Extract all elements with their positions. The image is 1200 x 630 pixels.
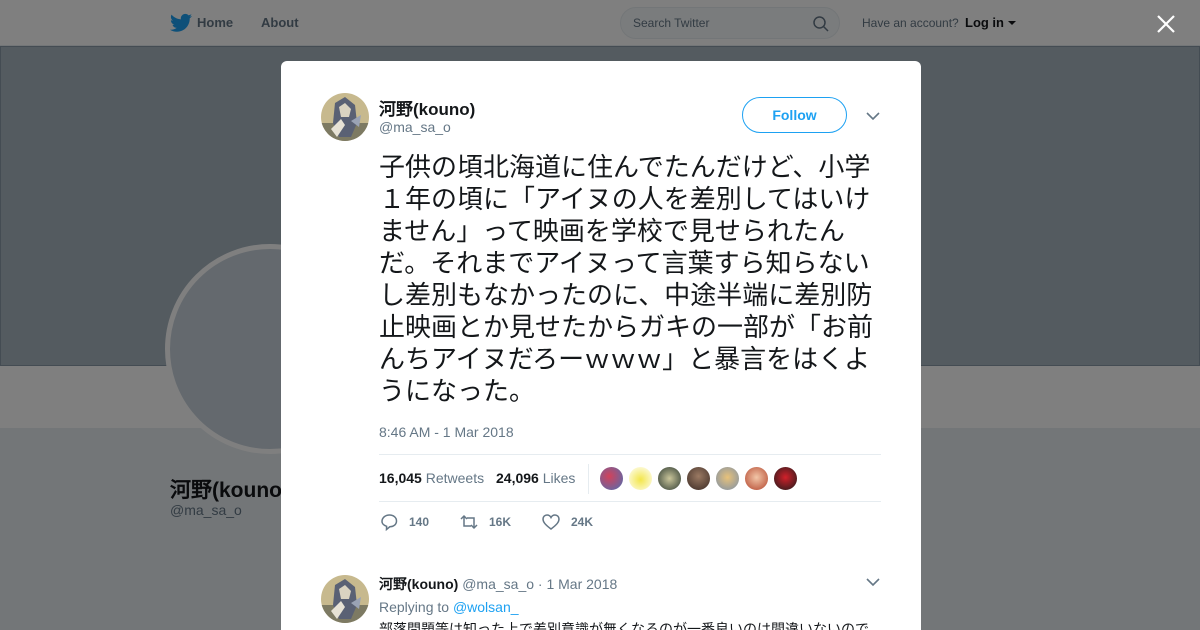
liker-avatar[interactable] <box>773 466 798 491</box>
avatar-image <box>321 575 369 623</box>
liker-avatar[interactable] <box>599 466 624 491</box>
author-handle[interactable]: @ma_sa_o <box>379 119 451 135</box>
stats-divider <box>588 464 589 494</box>
retweets-count: 16,045 <box>379 470 422 486</box>
likes-stat[interactable]: 24,096 Likes <box>496 470 575 486</box>
liker-avatar[interactable] <box>628 466 653 491</box>
reply-author-name[interactable]: 河野(kouno) <box>379 576 458 592</box>
reply-text: 部落問題等は知った上で差別意識が無くなるのが一番良いのは間違いないので <box>379 621 885 630</box>
reply-count: 140 <box>409 515 430 529</box>
like-count: 24K <box>571 515 594 529</box>
retweet-icon <box>460 514 478 530</box>
liker-avatar[interactable] <box>715 466 740 491</box>
liker-avatar[interactable] <box>657 466 682 491</box>
author-avatar[interactable] <box>321 93 369 141</box>
retweets-label: Retweets <box>425 470 485 486</box>
reply-author-avatar[interactable] <box>321 575 369 623</box>
tweet-stats: 16,045 Retweets 24,096 Likes <box>379 454 881 502</box>
chevron-down-icon[interactable] <box>866 577 880 587</box>
reply-action[interactable]: 140 <box>379 512 429 532</box>
like-action[interactable]: 24K <box>541 512 593 532</box>
reply-author-handle[interactable]: @ma_sa_o <box>462 576 534 592</box>
likes-label: Likes <box>542 470 576 486</box>
reply-date[interactable]: · 1 Mar 2018 <box>538 576 617 592</box>
reply-text-content: 部落問題等は知った上で差別意識が無くなるのが一番良いのは間違いないので <box>379 622 869 630</box>
replying-to: Replying to @wolsan_ <box>379 599 519 615</box>
replying-label: Replying to <box>379 599 450 615</box>
heart-icon <box>542 514 560 530</box>
tweet-modal: 河野(kouno) @ma_sa_o Follow 子供の頃北海道に住んでたんだ… <box>281 61 921 630</box>
reply-header: 河野(kouno) @ma_sa_o · 1 Mar 2018 <box>379 574 617 594</box>
tweet-timestamp[interactable]: 8:46 AM - 1 Mar 2018 <box>379 424 514 440</box>
retweet-count: 16K <box>489 515 512 529</box>
liker-avatar[interactable] <box>744 466 769 491</box>
retweet-action[interactable]: 16K <box>459 512 511 532</box>
follow-button[interactable]: Follow <box>742 97 847 133</box>
close-icon[interactable] <box>1156 14 1176 34</box>
reply-icon <box>381 514 398 532</box>
avatar-image <box>321 93 369 141</box>
chevron-down-icon[interactable] <box>866 111 880 121</box>
tweet-text: 子供の頃北海道に住んでたんだけど、小学１年の頃に「アイヌの人を差別してはいけませ… <box>379 153 874 407</box>
replying-to-link[interactable]: @wolsan_ <box>453 599 519 615</box>
author-name[interactable]: 河野(kouno) <box>379 95 475 120</box>
liker-avatar[interactable] <box>686 466 711 491</box>
retweets-stat[interactable]: 16,045 Retweets <box>379 470 484 486</box>
likes-count: 24,096 <box>496 470 539 486</box>
